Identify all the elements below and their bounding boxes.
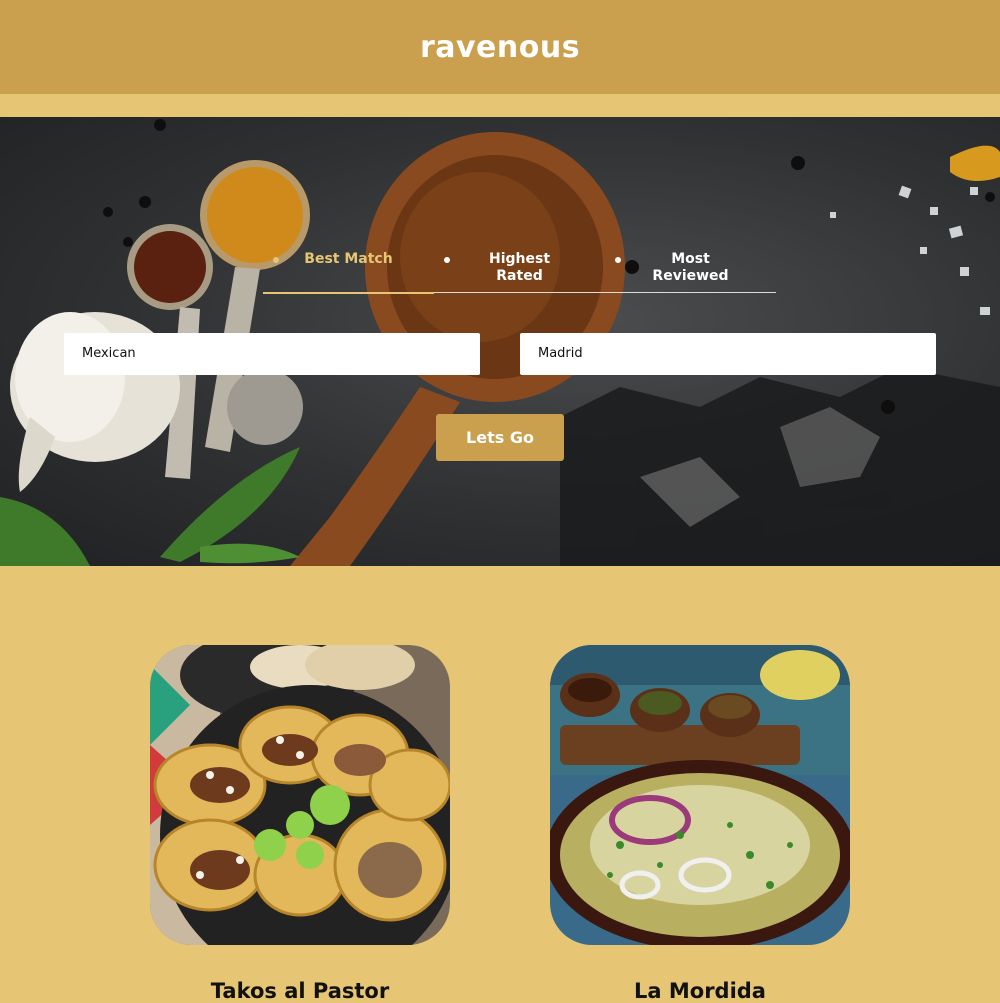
sort-option-label: Most Reviewed (652, 251, 729, 284)
dot-icon (273, 257, 279, 263)
business-image (150, 645, 450, 945)
tacos-photo (150, 645, 450, 945)
active-tab-underline (263, 292, 434, 294)
enchiladas-photo (550, 645, 850, 945)
sort-options: Best Match Highest Rated Most Reviewed (263, 247, 776, 293)
business-name: Takos al Pastor (210, 979, 390, 1003)
sort-option-label: Best Match (304, 251, 393, 267)
search-location-input[interactable]: Madrid (520, 333, 936, 375)
lets-go-button[interactable]: Lets Go (436, 414, 564, 461)
dot-icon (615, 257, 621, 263)
brand-logo: ravenous (419, 29, 581, 65)
search-term-input[interactable]: Mexican (64, 333, 480, 375)
business-card[interactable]: Takos al Pastor (150, 645, 450, 1003)
sort-option-best-match[interactable]: Best Match (263, 247, 434, 292)
sort-option-most-reviewed[interactable]: Most Reviewed (605, 247, 776, 292)
business-list: Takos al Pastor La Mordida (0, 566, 1000, 1003)
header-band (0, 94, 1000, 117)
business-card[interactable]: La Mordida (550, 645, 850, 1003)
business-image (550, 645, 850, 945)
sort-option-label: Highest Rated (488, 251, 551, 284)
dot-icon (444, 257, 450, 263)
business-name: La Mordida (634, 979, 766, 1003)
sort-option-highest-rated[interactable]: Highest Rated (434, 247, 605, 292)
search-bar: Best Match Highest Rated Most Reviewed M… (0, 117, 1000, 566)
navbar: ravenous (0, 0, 1000, 94)
